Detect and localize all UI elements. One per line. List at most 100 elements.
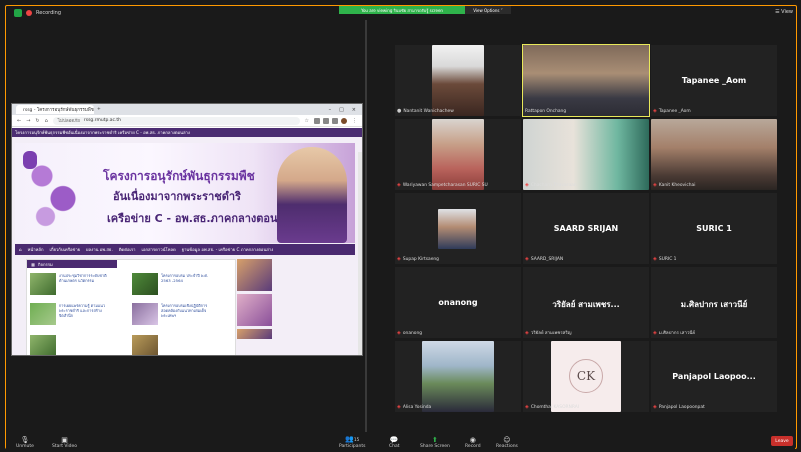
news-thumbnail[interactable] bbox=[132, 303, 158, 325]
recording-indicator: Recording bbox=[14, 9, 61, 17]
news-thumbnail[interactable] bbox=[132, 335, 158, 355]
maximize-icon[interactable]: □ bbox=[339, 107, 344, 113]
browser-address-bar: ← → ↻ ⌂ ไม่ปลอดภัย rssg.rmutp.ac.th ☆ ⋮ bbox=[12, 115, 362, 127]
participant-video bbox=[432, 45, 484, 116]
news-item[interactable]: โครงการอบรมเชิงปฏิบัติการ สอดคล้องกับแนว… bbox=[132, 303, 211, 325]
participant-tile[interactable]: ● Nantanit Wanichachew bbox=[395, 45, 521, 116]
nav-item-home[interactable]: หน้าหลัก bbox=[28, 246, 44, 253]
recording-dot-icon bbox=[26, 10, 32, 16]
nav-item-about[interactable]: เกี่ยวกับเครือข่าย bbox=[50, 246, 81, 253]
record-button[interactable]: ◉ Record bbox=[465, 436, 481, 449]
extension-icon[interactable] bbox=[323, 117, 329, 124]
page-scrollbar[interactable] bbox=[358, 152, 362, 355]
extension-icon[interactable] bbox=[314, 117, 320, 124]
unmute-button[interactable]: 🎙 Unmute bbox=[16, 436, 34, 449]
mic-muted-icon: ◈ bbox=[653, 108, 657, 114]
participant-tile-active-speaker[interactable]: Rattapon Onchang bbox=[522, 44, 650, 117]
news-item[interactable]: โครงการอบรม ประจำปี พ.ศ. 2563 -2564 bbox=[132, 273, 211, 295]
banner-title-line3: เครือข่าย C - อพ.สธ.ภาคกลางตอนล่าง bbox=[107, 212, 296, 225]
activities-header: ▦ กิจกรรม bbox=[27, 260, 117, 268]
participant-tile[interactable]: ◈ Kanit Kheovichai bbox=[651, 119, 777, 190]
url-field[interactable]: ไม่ปลอดภัย rssg.rmutp.ac.th bbox=[52, 116, 300, 125]
participant-tile[interactable]: SURIC 1 ◈ SURIC 1 bbox=[651, 193, 777, 264]
chat-icon: 💬 bbox=[389, 436, 399, 444]
news-link[interactable]: งานประชุมวิชาการระดับชาติ ด้านเกษตร นวัต… bbox=[59, 273, 109, 295]
participant-tile[interactable]: Panjapol Laopoo... ◈ Panjapol Laopoonpat bbox=[651, 341, 777, 412]
sidebar-photo[interactable] bbox=[237, 329, 272, 339]
nav-item-results[interactable]: ผลงาน อพ.สธ. bbox=[86, 246, 113, 253]
news-thumbnail[interactable] bbox=[30, 303, 56, 325]
nav-item-database[interactable]: ฐานข้อมูล อพ.สธ. - เครือข่าย C ภาคกลางตอ… bbox=[182, 246, 274, 253]
security-shield-icon[interactable] bbox=[14, 9, 22, 17]
participant-name: ● Nantanit Wanichachew bbox=[397, 108, 454, 114]
calendar-icon: ▦ bbox=[31, 261, 35, 267]
news-link[interactable]: การเผยแพร่ความรู้ ตามแนวพระราชดำริ และกา… bbox=[59, 303, 109, 325]
participant-tile[interactable]: SAARD SRIJAN ◈ SAARD_SRIJAN bbox=[523, 193, 649, 264]
news-link[interactable]: โครงการอบรม ประจำปี พ.ศ. 2563 -2564 bbox=[161, 273, 211, 295]
nav-item-contact[interactable]: ติดต่อเรา bbox=[119, 246, 136, 253]
shared-screen-browser: rssg - โครงการอนุรักษ์พันธุกรรมพืช × + –… bbox=[11, 103, 363, 356]
menu-dots-icon[interactable]: ⋮ bbox=[352, 118, 357, 124]
chat-button[interactable]: 💬 Chat bbox=[389, 436, 400, 449]
profile-avatar[interactable] bbox=[341, 117, 347, 124]
ck-logo: CK bbox=[569, 359, 603, 393]
mic-muted-icon: ◈ bbox=[525, 256, 529, 262]
participant-tile[interactable]: ◈ Chacharn Thavaraan bbox=[523, 119, 649, 190]
reload-icon[interactable]: ↻ bbox=[35, 118, 39, 124]
close-window-icon[interactable]: × bbox=[352, 107, 356, 113]
participant-tile[interactable]: ◈ Wariyawan Sampetcharasan SURIC SU bbox=[395, 119, 521, 190]
news-thumbnail[interactable] bbox=[30, 335, 56, 355]
extension-icon[interactable] bbox=[332, 117, 338, 124]
forward-icon[interactable]: → bbox=[26, 118, 30, 124]
browser-tab[interactable]: rssg - โครงการอนุรักษ์พันธุกรรมพืช × bbox=[16, 105, 94, 114]
minimize-icon[interactable]: – bbox=[329, 107, 332, 113]
split-divider[interactable] bbox=[365, 20, 367, 432]
sidebar-photo[interactable] bbox=[237, 294, 272, 326]
participant-tile[interactable]: onanong ◈ onanong bbox=[395, 267, 521, 338]
reactions-button[interactable]: ☺ Reactions bbox=[496, 436, 518, 449]
participants-button[interactable]: 👥15 Participants bbox=[339, 435, 365, 449]
browser-tab-bar: rssg - โครงการอนุรักษ์พันธุกรรมพืช × + –… bbox=[12, 104, 362, 115]
mic-muted-icon: ◈ bbox=[653, 404, 657, 410]
share-screen-button[interactable]: ⬆ Share Screen bbox=[420, 436, 450, 449]
news-item[interactable]: การเผยแพร่ความรู้ ตามแนวพระราชดำริ และกา… bbox=[30, 303, 109, 325]
news-item[interactable]: งานประชุมวิชาการระดับชาติ ด้านเกษตร นวัต… bbox=[30, 273, 109, 295]
mic-muted-icon: ◈ bbox=[525, 182, 529, 188]
insecure-label: ไม่ปลอดภัย bbox=[57, 119, 80, 124]
site-banner: โครงการอนุรักษ์พันธุกรรมพืช อันเนื่องมาจ… bbox=[15, 143, 355, 243]
participant-name: ◈ Kanit Kheovichai bbox=[653, 182, 696, 188]
participant-name: ◈ Alisa Yosinda bbox=[397, 404, 432, 410]
participant-name: ◈ Supap Kirtsaeng bbox=[397, 256, 439, 262]
home-nav-icon[interactable]: ⌂ bbox=[19, 247, 22, 252]
back-icon[interactable]: ← bbox=[17, 118, 21, 124]
sidebar-photo[interactable] bbox=[237, 259, 272, 291]
new-tab-icon[interactable]: + bbox=[97, 107, 101, 112]
participant-name: ◈ Wariyawan Sampetcharasan SURIC SU bbox=[397, 182, 488, 188]
participant-name: ◈ SAARD_SRIJAN bbox=[525, 256, 564, 262]
view-button[interactable]: ☰ View bbox=[775, 9, 793, 15]
home-icon[interactable]: ⌂ bbox=[45, 118, 48, 124]
video-off-icon: ▣ bbox=[61, 436, 68, 444]
star-icon[interactable]: ☆ bbox=[305, 118, 309, 124]
participant-avatar-image: CK bbox=[551, 341, 621, 412]
mic-muted-icon: ◈ bbox=[397, 330, 401, 336]
participant-name: ◈ Chomthai KASORNRAI bbox=[525, 404, 580, 410]
participant-tile[interactable]: CK ◈ Chomthai KASORNRAI bbox=[523, 341, 649, 412]
participant-display-name: ม.ศิลปากร เสาวนีย์ bbox=[680, 300, 748, 310]
participant-tile[interactable]: ◈ Supap Kirtsaeng bbox=[395, 193, 521, 264]
record-icon: ◉ bbox=[469, 436, 476, 444]
leave-button[interactable]: Leave bbox=[771, 436, 793, 446]
share-screen-icon: ⬆ bbox=[432, 436, 438, 444]
participant-tile[interactable]: Tapanee _Aom ◈ Tapanee _Aom bbox=[651, 45, 777, 116]
nav-item-downloads[interactable]: เอกสารดาวน์โหลด bbox=[142, 246, 176, 253]
participant-tile[interactable]: วริยัลย์ สามเพชร... ◈ วริยัลย์ สามเพชรสริ… bbox=[523, 267, 649, 338]
participant-tile[interactable]: ◈ Alisa Yosinda bbox=[395, 341, 521, 412]
view-options-button[interactable]: View Options ˅ bbox=[465, 6, 511, 14]
news-thumbnail[interactable] bbox=[30, 273, 56, 295]
news-link[interactable]: โครงการอบรมเชิงปฏิบัติการ สอดคล้องกับแนว… bbox=[161, 303, 211, 325]
participant-name: ◈ ม.ศิลปากร เสาวนีย์ bbox=[653, 329, 695, 337]
news-thumbnail[interactable] bbox=[132, 273, 158, 295]
activities-panel: ▦ กิจกรรม งานประชุมวิชาการระดับชาติ ด้าน… bbox=[26, 259, 236, 355]
start-video-button[interactable]: ▣ Start Video bbox=[52, 436, 77, 449]
participant-tile[interactable]: ม.ศิลปากร เสาวนีย์ ◈ ม.ศิลปากร เสาวนีย์ bbox=[651, 267, 777, 338]
